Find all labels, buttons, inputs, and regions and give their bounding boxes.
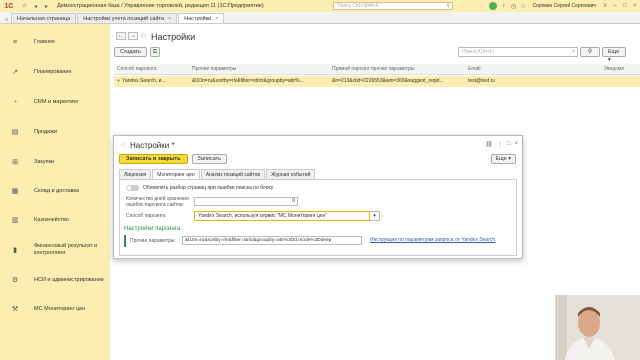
dropdown-icon[interactable]: ▾ (370, 211, 380, 221)
sidebar-item-planning[interactable]: ↗ Планирование (0, 62, 110, 82)
tab-home-page[interactable]: Начальная страница (11, 13, 77, 23)
box-icon: ▦ (11, 188, 19, 195)
days-label-line2: ошибок парсинга сайтов: (126, 202, 185, 208)
title-bar: 1С ⌂ ◂ ▸ Демонстрационная база / Управле… (0, 0, 640, 12)
monitor-icon: ⚒ (11, 306, 19, 313)
app-title: Демонстрационная база / Управление торго… (57, 3, 264, 9)
tab-site-position-analysis[interactable]: Анализ позиций сайтов (200, 169, 266, 179)
tab-license[interactable]: Лицензия (119, 169, 152, 179)
close-tab-icon[interactable]: × (168, 14, 171, 24)
favorite-star-icon[interactable]: ☆ (120, 141, 126, 149)
pie-icon: ◔ (12, 98, 18, 106)
table-header: Способ парсинга Прочие параметры Прямой … (114, 64, 640, 75)
parsing-method-select[interactable]: Yandex Search, используя сервис "МС Мони… (194, 211, 370, 221)
link-icon[interactable]: ⛓ (485, 141, 493, 148)
chart-icon: ↗ (12, 69, 18, 76)
close-icon[interactable]: × (514, 141, 518, 148)
row-icon: ● (117, 78, 121, 84)
refresh-parsing-toggle[interactable] (126, 185, 139, 191)
menu-dots-icon[interactable]: ⋮ (497, 141, 503, 148)
sidebar-item-treasury[interactable]: ▥ Казначейство (0, 210, 110, 230)
menu-icon[interactable]: ≡ (600, 3, 610, 9)
table-cell: &lr=213&clid=2226553&win=369&suggest_req… (332, 78, 444, 84)
open-tabs-bar: ⌂ Начальная страница Настройки учета поз… (0, 12, 640, 24)
back-icon[interactable]: ◂ (31, 2, 40, 11)
presenter-image (555, 295, 640, 360)
column-header[interactable]: Прочие параметры (189, 64, 329, 74)
close-icon[interactable]: × (630, 3, 640, 9)
forward-button[interactable]: → (128, 32, 138, 40)
search-icon: ⚲ (446, 3, 450, 9)
dialog-title: Настройки * (130, 141, 175, 150)
tab-settings[interactable]: Настройки × (178, 13, 225, 24)
sidebar-item-main[interactable]: ≡ Главное (0, 32, 110, 52)
sidebar: ≡ Главное ↗ Планирование ◔ CRM и маркети… (0, 24, 110, 360)
user-name[interactable]: Сорокин Сергей Сергеевич (533, 3, 596, 9)
save-and-close-button[interactable]: Записать и закрыть (119, 154, 188, 164)
maximize-icon[interactable]: □ (507, 141, 511, 148)
graph-icon: ▮ (13, 247, 17, 254)
days-input[interactable]: 0 (194, 197, 298, 206)
clear-search-icon[interactable]: × (572, 48, 575, 56)
cart-icon: ⊞ (12, 159, 18, 166)
gear-icon: ⚙ (11, 277, 19, 284)
table-cell: ● Yandex Search, и... (117, 78, 166, 84)
column-header[interactable]: Уведомл (601, 64, 640, 74)
minimize-icon[interactable]: – (610, 3, 620, 9)
favorite-star-icon[interactable]: ☆ (140, 31, 147, 40)
page-title: Настройки (151, 32, 196, 42)
save-button[interactable]: Записать (191, 154, 228, 164)
settings-dialog: ☆ Настройки * ⛓ ⋮ □ × Записать и закрыть… (113, 135, 523, 259)
column-header[interactable]: Email (465, 64, 601, 74)
sidebar-item-financial-result[interactable]: ▮ Финансовый результат и контроллинг (0, 240, 110, 260)
list-search-input[interactable]: Поиск (Ctrl+F) × (458, 47, 578, 57)
tab-event-log[interactable]: Журнал событий (266, 169, 316, 179)
create-button[interactable]: Создать (114, 47, 147, 57)
sidebar-item-warehouse[interactable]: ▦ Склад и доставка (0, 181, 110, 201)
bell-icon[interactable]: ♪ (499, 3, 509, 9)
menu-icon: ≡ (12, 38, 18, 46)
sidebar-item-admin[interactable]: ⚙ НСИ и администрирование (0, 270, 110, 290)
close-tab-icon[interactable]: × (215, 14, 218, 24)
column-header[interactable]: Способ парсинга (114, 64, 189, 74)
coin-icon: ▥ (11, 217, 19, 224)
tab-price-monitoring[interactable]: Мониторинг цен (152, 169, 200, 179)
forward-icon[interactable]: ▸ (42, 2, 51, 11)
table-cell: &l10n=ru&sortby=rlv&filter=strict&groupb… (192, 78, 304, 84)
back-button[interactable]: ← (116, 32, 126, 40)
tab-site-position-settings[interactable]: Настройки учета позиций сайта × (77, 13, 178, 24)
more-button[interactable]: Еще ▾ (602, 47, 626, 63)
section-title: Настройки парсинга (124, 226, 181, 232)
column-header[interactable]: Прямой парсинг прочие параметры (329, 64, 465, 74)
history-icon[interactable]: ◷ (509, 3, 519, 10)
table-row[interactable]: ● Yandex Search, и... &l10n=ru&sortby=rlv… (114, 76, 640, 87)
params-label: Прочие параметры: (130, 238, 176, 244)
global-search-input[interactable]: Поиск Ctrl+Shift+F ⚲ (333, 2, 453, 10)
notification-icon[interactable] (488, 2, 497, 10)
maximize-icon[interactable]: □ (620, 3, 630, 9)
toggle-label: Обновлять разбор страниц при ошибке поис… (143, 185, 274, 191)
bag-icon: ▤ (11, 129, 19, 136)
favorites-icon[interactable]: ☆ (519, 3, 529, 10)
params-input[interactable]: &l10n=ru&sortby=rlv&filter=strict&groupb… (182, 236, 362, 245)
sidebar-item-crm[interactable]: ◔ CRM и маркетинг (0, 92, 110, 112)
webcam-overlay (555, 295, 640, 360)
search-button[interactable]: ⚲ (580, 47, 600, 57)
method-label: Способ парсинга (126, 213, 166, 219)
dialog-more-button[interactable]: Еще ▾ (490, 154, 516, 164)
tab-content: Обновлять разбор страниц при ошибке поис… (119, 179, 517, 256)
copy-icon[interactable]: ⧉ (149, 47, 160, 57)
params-help-link[interactable]: Инструкция по параметрам запроса от Yand… (370, 237, 495, 243)
tabs-home-icon[interactable]: ⌂ (2, 17, 11, 23)
table-cell (601, 76, 640, 87)
app-logo: 1С (4, 2, 14, 10)
sidebar-item-sales[interactable]: ▤ Продажи (0, 122, 110, 142)
sidebar-item-price-monitoring[interactable]: ⚒ МС Мониторинг цен (0, 299, 110, 319)
table-cell: test@test.ru (468, 78, 496, 84)
sidebar-item-purchases[interactable]: ⊞ Закупки (0, 152, 110, 172)
home-icon[interactable]: ⌂ (20, 2, 29, 11)
